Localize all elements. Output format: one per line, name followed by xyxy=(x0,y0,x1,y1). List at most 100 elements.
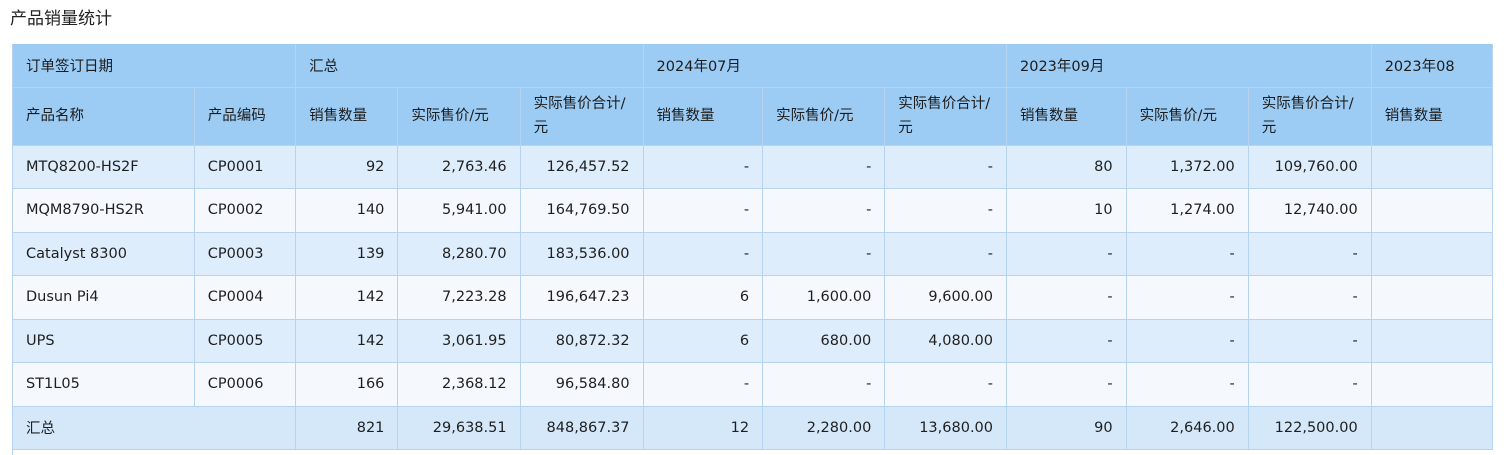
cell-p1-qty: 6 xyxy=(643,319,764,363)
cell-p1-qty: 6 xyxy=(643,275,764,320)
table-row[interactable]: MQM8790-HS2R CP0002 140 5,941.00 164,769… xyxy=(13,188,1493,233)
cell-p1-price: - xyxy=(762,188,886,233)
cell-p2-price: - xyxy=(1126,319,1249,363)
sales-stats-table: 订单签订日期 汇总 2024年07月 2023年09月 2023年08 产品名称… xyxy=(13,44,1493,450)
cell-product-code: CP0001 xyxy=(194,145,297,189)
header-sum-total[interactable]: 实际售价合计/元 xyxy=(520,87,644,146)
cell-product-code: CP0005 xyxy=(194,319,297,363)
header-sum-price[interactable]: 实际售价/元 xyxy=(397,87,521,146)
cell-p1-total: - xyxy=(884,188,1007,233)
cell-sum-qty: 142 xyxy=(295,275,399,320)
cell-total-sum-total: 848,867.37 xyxy=(520,406,644,450)
cell-p2-price: - xyxy=(1126,275,1249,320)
header-row-groups: 订单签订日期 汇总 2024年07月 2023年09月 2023年08 xyxy=(13,44,1493,88)
header-order-date[interactable]: 订单签订日期 xyxy=(13,44,297,88)
header-period-2023-08[interactable]: 2023年08 xyxy=(1371,44,1493,88)
table-row[interactable]: MTQ8200-HS2F CP0001 92 2,763.46 126,457.… xyxy=(13,145,1493,189)
table-row[interactable]: ST1L05 CP0006 166 2,368.12 96,584.80 - -… xyxy=(13,362,1493,407)
cell-total-p2-price: 2,646.00 xyxy=(1126,406,1249,450)
header-p1-total[interactable]: 实际售价合计/元 xyxy=(884,87,1007,146)
cell-sum-qty: 139 xyxy=(295,232,399,276)
header-summary-group[interactable]: 汇总 xyxy=(295,44,644,88)
cell-total-p1-qty: 12 xyxy=(643,406,764,450)
cell-p1-price: - xyxy=(762,145,886,189)
cell-product-code: CP0004 xyxy=(194,275,297,320)
cell-sum-price: 5,941.00 xyxy=(397,188,521,233)
header-p1-qty[interactable]: 销售数量 xyxy=(643,87,764,146)
cell-p3-qty xyxy=(1371,145,1493,189)
cell-product-code: CP0002 xyxy=(194,188,297,233)
cell-p3-qty xyxy=(1371,319,1493,363)
header-sum-qty[interactable]: 销售数量 xyxy=(295,87,399,146)
cell-total-label: 汇总 xyxy=(13,406,297,450)
header-period-2023-09[interactable]: 2023年09月 xyxy=(1006,44,1372,88)
cell-product-name: Catalyst 8300 xyxy=(13,232,195,276)
cell-p2-qty: 80 xyxy=(1006,145,1127,189)
header-product-name[interactable]: 产品名称 xyxy=(13,87,195,146)
cell-p2-total: - xyxy=(1248,232,1372,276)
table-row[interactable]: Dusun Pi4 CP0004 142 7,223.28 196,647.23… xyxy=(13,275,1493,320)
cell-product-name: UPS xyxy=(13,319,195,363)
cell-p1-qty: - xyxy=(643,232,764,276)
cell-sum-qty: 140 xyxy=(295,188,399,233)
cell-p1-price: - xyxy=(762,232,886,276)
header-p2-qty[interactable]: 销售数量 xyxy=(1006,87,1127,146)
cell-sum-qty: 92 xyxy=(295,145,399,189)
total-row[interactable]: 汇总 821 29,638.51 848,867.37 12 2,280.00 … xyxy=(13,406,1493,450)
cell-p2-qty: - xyxy=(1006,275,1127,320)
table-row[interactable]: UPS CP0005 142 3,061.95 80,872.32 6 680.… xyxy=(13,319,1493,363)
cell-p1-total: - xyxy=(884,362,1007,407)
cell-product-code: CP0006 xyxy=(194,362,297,407)
cell-sum-qty: 142 xyxy=(295,319,399,363)
cell-p1-total: - xyxy=(884,145,1007,189)
cell-sum-total: 126,457.52 xyxy=(520,145,644,189)
cell-total-sum-qty: 821 xyxy=(295,406,399,450)
cell-sum-total: 196,647.23 xyxy=(520,275,644,320)
cell-total-p2-qty: 90 xyxy=(1006,406,1127,450)
cell-p1-price: 1,600.00 xyxy=(762,275,886,320)
cell-total-p3-qty xyxy=(1371,406,1493,450)
cell-p3-qty xyxy=(1371,362,1493,407)
cell-sum-price: 8,280.70 xyxy=(397,232,521,276)
cell-p2-qty: - xyxy=(1006,319,1127,363)
cell-p3-qty xyxy=(1371,188,1493,233)
cell-p2-price: 1,372.00 xyxy=(1126,145,1249,189)
cell-p2-price: - xyxy=(1126,232,1249,276)
cell-total-p2-total: 122,500.00 xyxy=(1248,406,1372,450)
header-p2-total[interactable]: 实际售价合计/元 xyxy=(1248,87,1372,146)
cell-sum-price: 2,368.12 xyxy=(397,362,521,407)
header-p3-qty[interactable]: 销售数量 xyxy=(1371,87,1493,146)
cell-p2-qty: - xyxy=(1006,232,1127,276)
cell-sum-price: 7,223.28 xyxy=(397,275,521,320)
cell-sum-total: 183,536.00 xyxy=(520,232,644,276)
cell-product-name: Dusun Pi4 xyxy=(13,275,195,320)
header-period-2024-07[interactable]: 2024年07月 xyxy=(643,44,1008,88)
cell-p1-qty: - xyxy=(643,188,764,233)
header-p1-price[interactable]: 实际售价/元 xyxy=(762,87,886,146)
cell-p2-price: 1,274.00 xyxy=(1126,188,1249,233)
sales-stats-table-container[interactable]: 订单签订日期 汇总 2024年07月 2023年09月 2023年08 产品名称… xyxy=(12,44,1493,455)
cell-p2-total: 12,740.00 xyxy=(1248,188,1372,233)
header-row-columns: 产品名称 产品编码 销售数量 实际售价/元 实际售价合计/元 销售数量 实际售价… xyxy=(13,87,1493,146)
cell-total-p1-total: 13,680.00 xyxy=(884,406,1007,450)
table-row[interactable]: Catalyst 8300 CP0003 139 8,280.70 183,53… xyxy=(13,232,1493,276)
cell-product-code: CP0003 xyxy=(194,232,297,276)
cell-p1-total: 4,080.00 xyxy=(884,319,1007,363)
cell-product-name: MTQ8200-HS2F xyxy=(13,145,195,189)
cell-total-sum-price: 29,638.51 xyxy=(397,406,521,450)
cell-p1-price: - xyxy=(762,362,886,407)
cell-sum-total: 80,872.32 xyxy=(520,319,644,363)
cell-p3-qty xyxy=(1371,275,1493,320)
cell-total-p1-price: 2,280.00 xyxy=(762,406,886,450)
header-product-code[interactable]: 产品编码 xyxy=(194,87,297,146)
cell-p2-total: - xyxy=(1248,362,1372,407)
cell-sum-qty: 166 xyxy=(295,362,399,407)
header-p2-price[interactable]: 实际售价/元 xyxy=(1126,87,1249,146)
cell-sum-total: 96,584.80 xyxy=(520,362,644,407)
cell-p2-total: 109,760.00 xyxy=(1248,145,1372,189)
cell-sum-price: 2,763.46 xyxy=(397,145,521,189)
cell-product-name: MQM8790-HS2R xyxy=(13,188,195,233)
cell-p1-total: - xyxy=(884,232,1007,276)
cell-p1-price: 680.00 xyxy=(762,319,886,363)
cell-product-name: ST1L05 xyxy=(13,362,195,407)
